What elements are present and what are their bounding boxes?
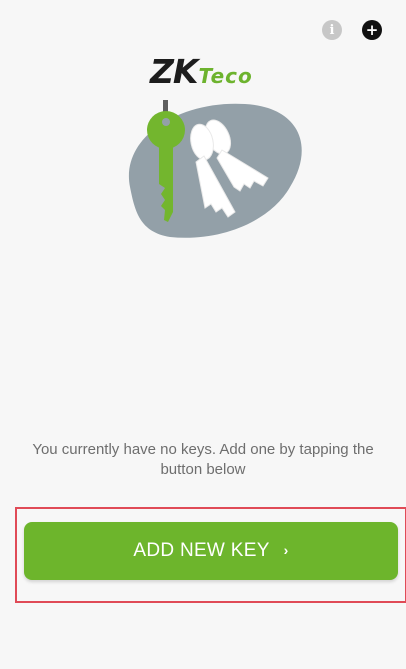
- empty-keys-message: You currently have no keys. Add one by t…: [32, 441, 374, 478]
- add-circle-icon[interactable]: +: [362, 20, 382, 40]
- info-icon[interactable]: i: [322, 20, 342, 40]
- add-new-key-button[interactable]: ADD NEW KEY ›: [24, 522, 398, 580]
- top-toolbar: i +: [322, 20, 382, 40]
- add-glyph: +: [365, 20, 379, 39]
- chevron-right-icon: ›: [283, 542, 289, 558]
- keys-illustration: [128, 100, 302, 238]
- add-new-key-label: ADD NEW KEY: [133, 540, 270, 561]
- logo-zk-text: ZK: [150, 52, 198, 91]
- logo-teco-text: Teco: [198, 64, 253, 88]
- app-screen: i + ZK Teco You currently have no keys. …: [0, 0, 406, 669]
- zkteco-logo: ZK Teco: [150, 52, 253, 91]
- info-glyph: i: [329, 22, 335, 38]
